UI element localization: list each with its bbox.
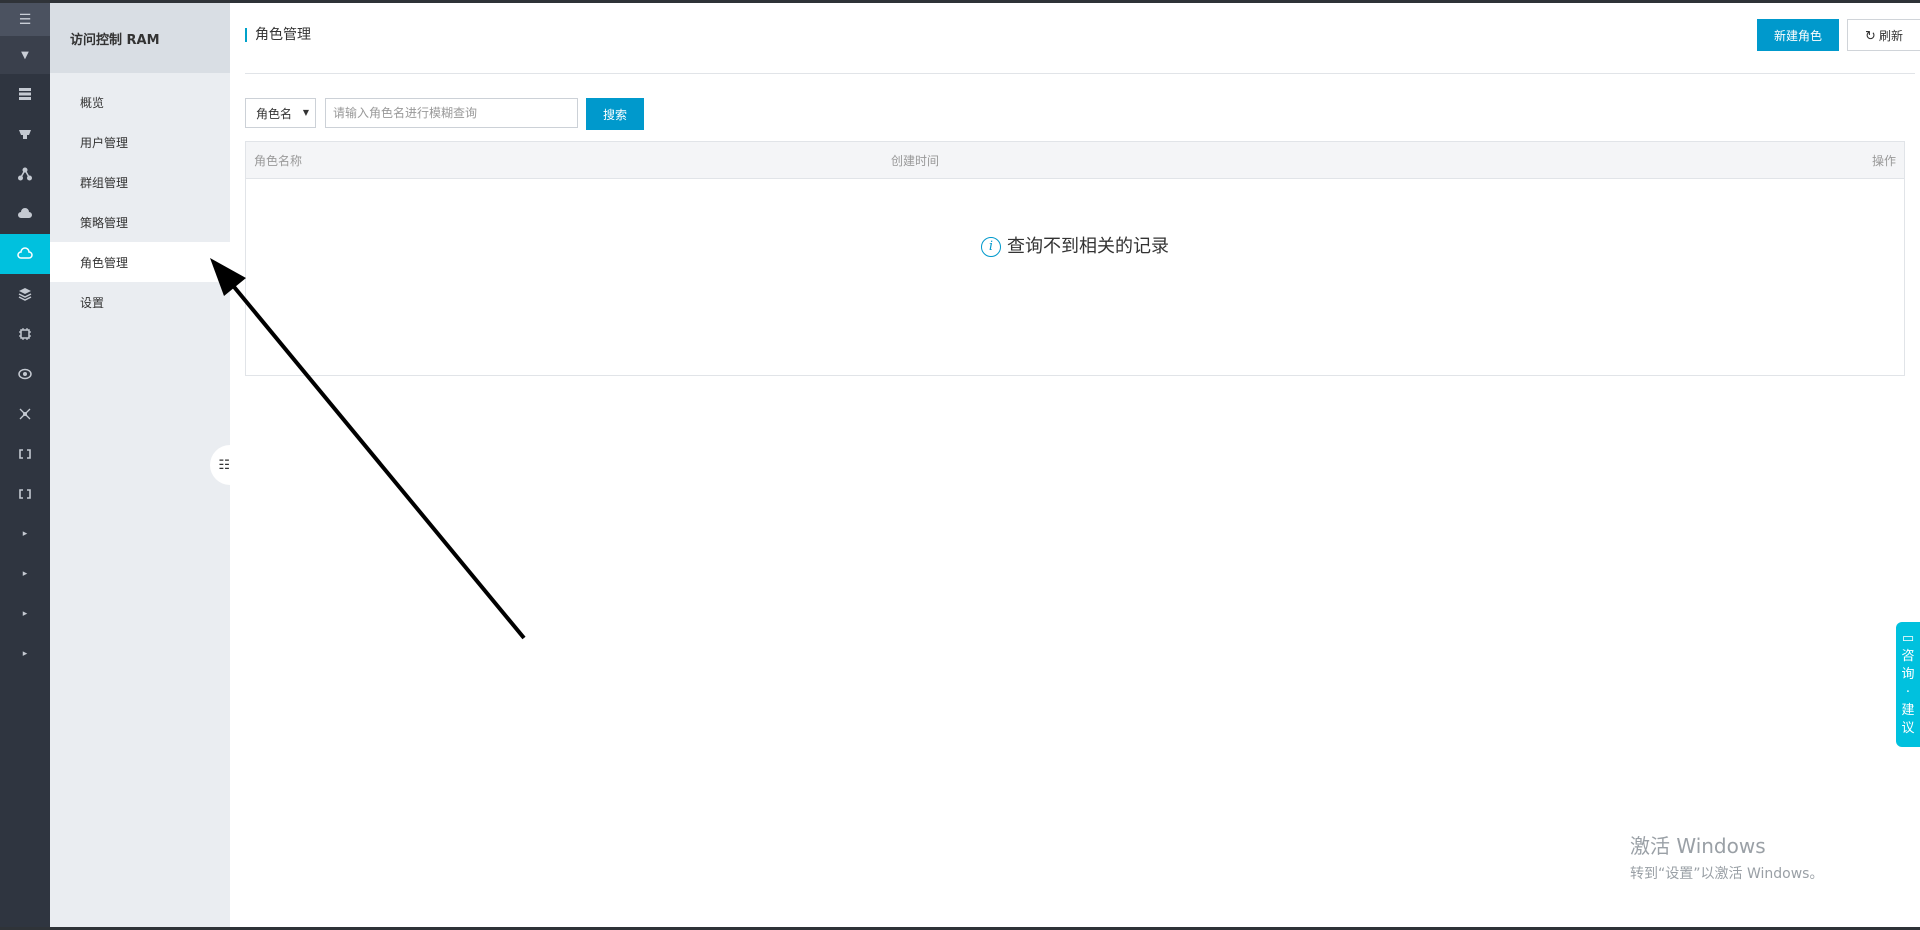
link2-icon[interactable] xyxy=(0,474,50,514)
caret-down-icon[interactable]: ▼ xyxy=(0,36,50,74)
network-icon[interactable] xyxy=(0,154,50,194)
main-content: 角色管理 新建角色 ↻刷新 角色名 ▼ 搜索 角色名称 创建时间 操作 i 查询不… xyxy=(230,3,1920,927)
chevron-right-icon[interactable]: ▸ xyxy=(0,514,50,554)
chat-icon: ▭ xyxy=(1901,631,1915,646)
layers-icon[interactable] xyxy=(0,274,50,314)
cloud-active-icon[interactable] xyxy=(0,234,50,274)
consult-char: 建 xyxy=(1901,703,1915,718)
nav-item-roles[interactable]: 角色管理 xyxy=(50,242,230,282)
column-role-name: 角色名称 xyxy=(254,154,303,168)
refresh-icon: ↻ xyxy=(1865,28,1876,44)
nav-item-users[interactable]: 用户管理 xyxy=(50,122,230,162)
table-header: 角色名称 创建时间 操作 xyxy=(246,142,1904,179)
chevron-right-icon[interactable]: ▸ xyxy=(0,594,50,634)
menu-icon[interactable]: ☰ xyxy=(0,3,50,36)
consult-char: 咨 xyxy=(1901,649,1915,664)
page-title: 角色管理 xyxy=(245,28,311,42)
chevron-right-icon[interactable]: ▸ xyxy=(0,634,50,674)
eye-icon[interactable] xyxy=(0,354,50,394)
nav-item-groups[interactable]: 群组管理 xyxy=(50,162,230,202)
list-icon[interactable] xyxy=(0,74,50,114)
link-icon[interactable] xyxy=(0,434,50,474)
search-input[interactable] xyxy=(325,98,578,128)
new-role-button[interactable]: 新建角色 xyxy=(1757,19,1839,51)
watermark-title: 激活 Windows xyxy=(1630,834,1766,858)
nav-item-settings[interactable]: 设置 xyxy=(50,282,230,322)
column-actions: 操作 xyxy=(1871,154,1896,168)
nav-item-policies[interactable]: 策略管理 xyxy=(50,202,230,242)
consult-char: 议 xyxy=(1901,721,1915,736)
nav-title: 访问控制 RAM xyxy=(50,3,230,73)
ship-icon[interactable] xyxy=(0,114,50,154)
chip-icon[interactable] xyxy=(0,314,50,354)
info-icon: i xyxy=(981,237,1001,257)
consult-char: · xyxy=(1905,685,1911,700)
chevron-right-icon[interactable]: ▸ xyxy=(0,554,50,594)
nav-item-overview[interactable]: 概览 xyxy=(50,82,230,122)
caret-down-icon: ▼ xyxy=(302,108,309,117)
column-created-time: 创建时间 xyxy=(891,154,940,168)
empty-state: i 查询不到相关的记录 xyxy=(246,232,1904,258)
windows-activation-watermark: 激活 Windows 转到“设置”以激活 Windows。 xyxy=(1630,830,1823,883)
icon-rail: ☰ ▼ ▸ ▸ ▸ ▸ xyxy=(0,3,50,927)
consult-char: 询 xyxy=(1901,667,1915,682)
select-value: 角色名 xyxy=(256,106,293,121)
page-header: 角色管理 新建角色 ↻ 刷新 xyxy=(245,3,1920,74)
consult-suggest-tab[interactable]: ▭ 咨 询 · 建 议 xyxy=(1896,622,1920,747)
secondary-nav: 访问控制 RAM 概览 用户管理 群组管理 策略管理 角色管理 设置 xyxy=(50,3,230,927)
refresh-label: 刷新 xyxy=(1878,28,1903,43)
nodes-icon[interactable] xyxy=(0,394,50,434)
watermark-subtitle: 转到“设置”以激活 Windows。 xyxy=(1630,866,1824,882)
empty-message: 查询不到相关的记录 xyxy=(1007,236,1169,257)
search-button[interactable]: 搜索 xyxy=(586,98,644,130)
refresh-button[interactable]: ↻ 刷新 xyxy=(1847,19,1920,51)
cloud-up-icon[interactable] xyxy=(0,194,50,234)
search-field-select[interactable]: 角色名 ▼ xyxy=(245,98,316,128)
roles-table: 角色名称 创建时间 操作 i 查询不到相关的记录 xyxy=(245,141,1905,376)
